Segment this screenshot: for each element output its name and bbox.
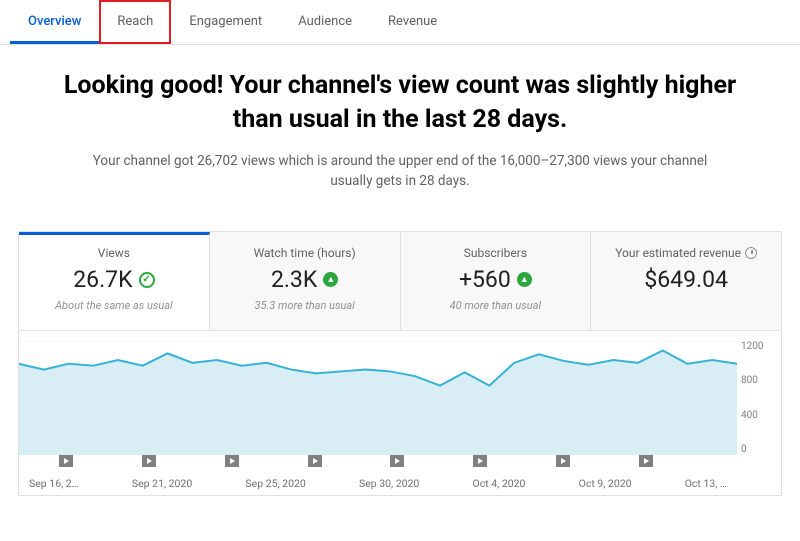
checkmark-icon: ✓: [139, 272, 155, 288]
card-title-text: Your estimated revenue: [615, 246, 741, 260]
tab-reach[interactable]: Reach: [99, 0, 171, 44]
chart-y-axis: 1200 800 400 0: [741, 341, 777, 455]
card-title: Watch time (hours): [218, 246, 392, 260]
video-markers-row: [19, 455, 693, 467]
hero-subtitle: Your channel got 26,702 views which is a…: [50, 151, 750, 192]
card-subtext: 40 more than usual: [409, 299, 583, 312]
card-subtext: 35.3 more than usual: [218, 299, 392, 312]
x-tick: Oct 4, 2020: [473, 477, 526, 490]
metric-cards: Views 26.7K ✓ About the same as usual Wa…: [18, 231, 782, 331]
card-value: $649.04: [599, 266, 773, 293]
clock-icon: [745, 247, 757, 259]
card-value: 26.7K ✓: [27, 266, 201, 293]
analytics-tabs: Overview Reach Engagement Audience Reven…: [0, 0, 800, 45]
chart-area-fill: [19, 351, 737, 455]
card-value: 2.3K ▲: [218, 266, 392, 293]
x-tick: Oct 9, 2020: [579, 477, 632, 490]
chart-svg: [19, 341, 737, 455]
card-watch-time[interactable]: Watch time (hours) 2.3K ▲ 35.3 more than…: [210, 232, 401, 330]
tab-audience[interactable]: Audience: [280, 0, 370, 44]
y-tick: 800: [741, 375, 777, 386]
card-revenue[interactable]: Your estimated revenue $649.04: [591, 232, 781, 330]
video-marker-icon[interactable]: [639, 455, 653, 467]
hero-title: Looking good! Your channel's view count …: [50, 69, 750, 137]
up-arrow-icon: ▲: [323, 272, 338, 287]
card-subtext: About the same as usual: [27, 299, 201, 312]
card-title: Subscribers: [409, 246, 583, 260]
up-arrow-icon: ▲: [517, 272, 532, 287]
summary-hero: Looking good! Your channel's view count …: [0, 45, 800, 201]
x-tick: Sep 30, 2020: [359, 477, 419, 490]
x-tick: Sep 21, 2020: [132, 477, 192, 490]
x-tick: Sep 25, 2020: [245, 477, 305, 490]
chart-x-axis: Sep 16, 2… Sep 21, 2020 Sep 25, 2020 Sep…: [19, 455, 737, 495]
card-value-text: $649.04: [644, 266, 728, 293]
tab-engagement[interactable]: Engagement: [171, 0, 280, 44]
card-subscribers[interactable]: Subscribers +560 ▲ 40 more than usual: [401, 232, 592, 330]
card-value-text: 2.3K: [271, 266, 317, 293]
views-chart: 1200 800 400 0 Sep 16, 2… Sep 21, 2020 S…: [18, 331, 782, 496]
y-tick: 1200: [741, 341, 777, 352]
card-value-text: +560: [459, 266, 511, 293]
card-title: Your estimated revenue: [599, 246, 773, 260]
video-marker-icon[interactable]: [308, 455, 322, 467]
y-tick: 400: [741, 410, 777, 421]
video-marker-icon[interactable]: [142, 455, 156, 467]
y-tick: 0: [741, 444, 777, 455]
card-views[interactable]: Views 26.7K ✓ About the same as usual: [19, 232, 210, 330]
card-title: Views: [27, 246, 201, 260]
video-marker-icon[interactable]: [473, 455, 487, 467]
tab-overview[interactable]: Overview: [10, 0, 99, 44]
x-tick: Sep 16, 2…: [29, 477, 79, 490]
x-tick: Oct 13, …: [685, 477, 727, 490]
video-marker-icon[interactable]: [390, 455, 404, 467]
tab-revenue[interactable]: Revenue: [370, 0, 455, 44]
video-marker-icon[interactable]: [556, 455, 570, 467]
video-marker-icon[interactable]: [225, 455, 239, 467]
card-value-text: 26.7K: [73, 266, 132, 293]
chart-plot-area: [19, 341, 737, 455]
card-value: +560 ▲: [409, 266, 583, 293]
video-marker-icon[interactable]: [59, 455, 73, 467]
